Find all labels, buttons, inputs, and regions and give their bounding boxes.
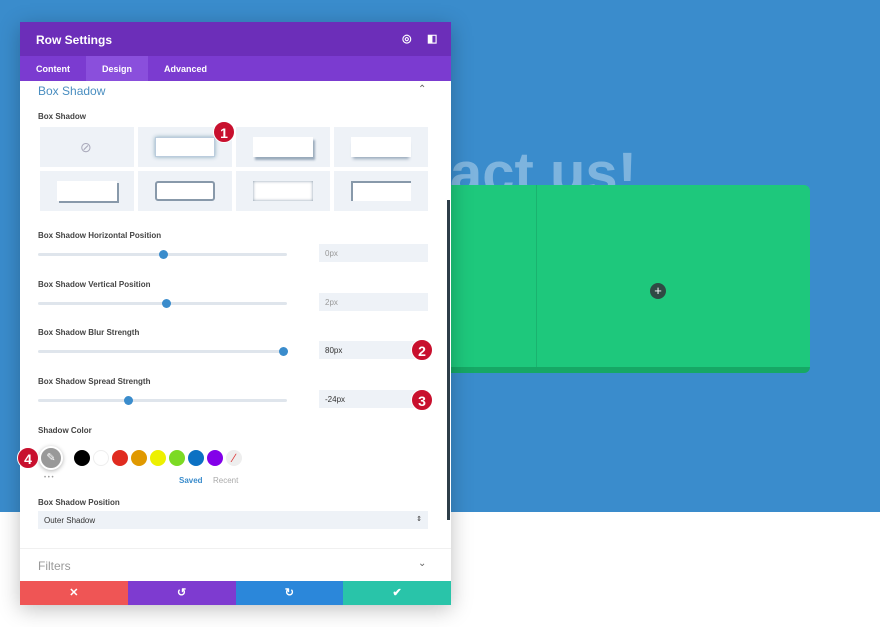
horizontal-position-input[interactable]: 0px: [319, 244, 428, 262]
preset-6[interactable]: [236, 171, 330, 211]
swatch-red[interactable]: [112, 450, 128, 466]
tab-advanced[interactable]: Advanced: [148, 56, 223, 81]
row-settings-panel: Row Settings ◎ ◧ Content Design Advanced…: [20, 22, 451, 605]
swatch-blue[interactable]: [188, 450, 204, 466]
preset-7[interactable]: [334, 171, 428, 211]
section-title-filters[interactable]: Filters: [38, 559, 71, 573]
sidebar-toggle-icon[interactable]: ◧: [427, 32, 437, 45]
slider-label: Box Shadow Blur Strength: [38, 328, 140, 337]
shadow-color-label: Shadow Color: [38, 426, 92, 435]
select-value: Outer Shadow: [44, 516, 96, 525]
undo-button[interactable]: ↺: [127, 581, 236, 605]
cancel-button[interactable]: ✕: [20, 581, 128, 605]
box-shadow-presets: ⊘: [40, 127, 428, 211]
color-picker-eyedropper-icon[interactable]: ✎: [39, 446, 63, 470]
step-badge-3: 3: [411, 389, 433, 411]
swatch-orange[interactable]: [131, 450, 147, 466]
step-badge-1: 1: [213, 121, 235, 143]
swatch-green[interactable]: [169, 450, 185, 466]
tab-content[interactable]: Content: [20, 56, 86, 81]
tab-design[interactable]: Design: [86, 56, 149, 81]
panel-header: Row Settings ◎ ◧: [20, 22, 451, 56]
fullscreen-icon[interactable]: ◎: [402, 32, 412, 45]
step-badge-4: 4: [17, 447, 39, 469]
select-arrows-icon: ⇕: [416, 516, 422, 523]
horizontal-position-slider[interactable]: [38, 250, 287, 259]
recent-tab[interactable]: Recent: [213, 476, 238, 485]
row-block[interactable]: +: [420, 185, 810, 373]
panel-footer: ✕ ↺ ↻ ✔: [20, 581, 451, 605]
swatch-purple[interactable]: [207, 450, 223, 466]
no-shadow-icon: ⊘: [80, 139, 92, 155]
more-options[interactable]: • • •: [44, 475, 54, 481]
panel-title: Row Settings: [36, 33, 113, 47]
save-button[interactable]: ✔: [343, 581, 451, 605]
swatch-black[interactable]: [74, 450, 90, 466]
vertical-position-slider[interactable]: [38, 299, 287, 308]
vertical-position-input[interactable]: 2px: [319, 293, 428, 311]
step-badge-2: 2: [411, 339, 433, 361]
preset-3[interactable]: [334, 127, 428, 167]
slider-label: Box Shadow Horizontal Position: [38, 231, 162, 240]
chevron-up-icon[interactable]: ⌃: [418, 84, 426, 95]
saved-tab[interactable]: Saved: [179, 476, 203, 485]
spread-strength-slider[interactable]: [38, 396, 287, 405]
slider-label: Box Shadow Spread Strength: [38, 377, 151, 386]
preset-2[interactable]: [236, 127, 330, 167]
slider-label: Box Shadow Vertical Position: [38, 280, 151, 289]
chevron-down-icon[interactable]: ⌄: [418, 558, 426, 569]
swatch-white[interactable]: [93, 450, 109, 466]
scrollbar[interactable]: [447, 200, 450, 520]
swatch-yellow[interactable]: [150, 450, 166, 466]
swatch-clear-icon[interactable]: ∕: [226, 450, 242, 466]
box-shadow-label: Box Shadow: [38, 112, 87, 121]
box-shadow-position-select[interactable]: Outer Shadow ⇕: [38, 511, 428, 529]
blur-strength-slider[interactable]: [38, 347, 289, 356]
position-label: Box Shadow Position: [38, 498, 120, 507]
add-module-button[interactable]: +: [650, 283, 666, 299]
section-title-box-shadow[interactable]: Box Shadow: [38, 84, 105, 98]
preset-4[interactable]: [40, 171, 134, 211]
preset-5[interactable]: [138, 171, 232, 211]
redo-button[interactable]: ↻: [235, 581, 344, 605]
preset-none[interactable]: ⊘: [40, 127, 134, 167]
tabs: Content Design Advanced: [20, 56, 451, 81]
